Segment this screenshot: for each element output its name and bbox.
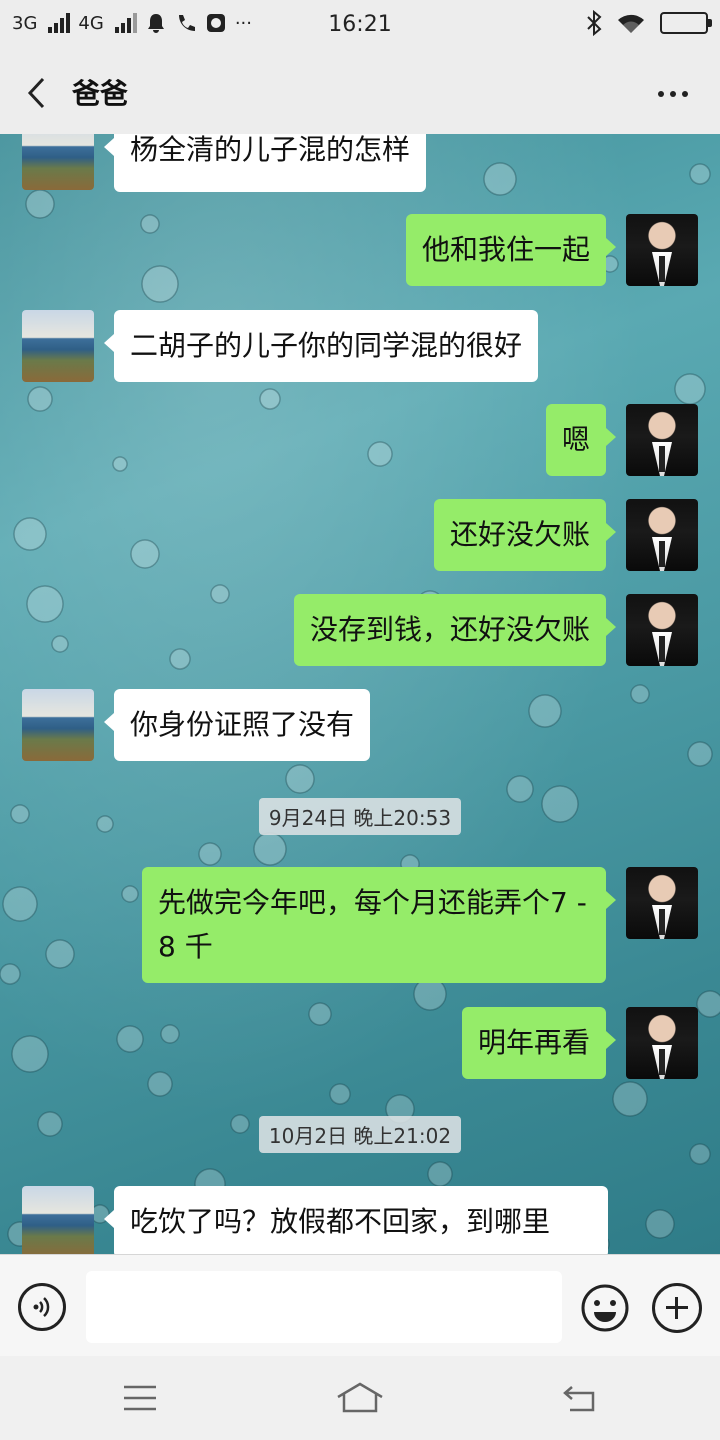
sent-message-bubble[interactable]: 明年再看 bbox=[461, 1007, 617, 1079]
back-button[interactable] bbox=[14, 70, 60, 116]
sent-message-bubble[interactable]: 他和我住一起 bbox=[405, 214, 617, 286]
received-message-bubble[interactable]: 你身份证照了没有 bbox=[103, 689, 371, 761]
more-dot-icon bbox=[670, 91, 676, 97]
my-avatar[interactable] bbox=[626, 499, 698, 571]
timestamp-label: 10月2日 晚上21:02 bbox=[258, 1116, 462, 1153]
back-arrow-icon bbox=[27, 77, 45, 109]
status-bar: 3G 4G ··· 16:21 bbox=[0, 0, 720, 52]
timestamp-divider: 9月24日 晚上20:53 bbox=[0, 798, 720, 835]
home-nav-button[interactable] bbox=[330, 1376, 390, 1420]
menu-nav-button[interactable] bbox=[110, 1376, 170, 1420]
chat-message-list[interactable]: 杨全清的儿子混的怎样 他和我住一起 二胡子的儿子你的同学混的很好 嗯 还好没欠账… bbox=[0, 134, 720, 1254]
my-avatar[interactable] bbox=[626, 594, 698, 666]
chat-input-bar bbox=[0, 1254, 720, 1356]
page-title: 爸爸 bbox=[72, 77, 129, 110]
status-right bbox=[586, 10, 712, 36]
chat-header: 爸爸 bbox=[0, 52, 720, 134]
my-avatar[interactable] bbox=[626, 404, 698, 476]
sent-message-bubble[interactable]: 还好没欠账 bbox=[433, 499, 617, 571]
received-message-bubble[interactable]: 二胡子的儿子你的同学混的很好 bbox=[103, 310, 539, 382]
my-avatar[interactable] bbox=[626, 867, 698, 939]
timestamp-divider: 10月2日 晚上21:02 bbox=[0, 1116, 720, 1153]
more-dot-icon bbox=[682, 91, 688, 97]
sent-message-bubble[interactable]: 先做完今年吧，每个月还能弄个7 - 8 千 bbox=[142, 867, 616, 983]
voice-icon bbox=[33, 1297, 50, 1317]
timestamp-label: 9月24日 晚上20:53 bbox=[258, 798, 462, 835]
more-options-button[interactable] bbox=[648, 74, 698, 114]
wifi-icon bbox=[618, 14, 644, 33]
contact-avatar[interactable] bbox=[22, 1186, 94, 1254]
back-nav-icon bbox=[563, 1386, 595, 1412]
my-avatar[interactable] bbox=[626, 1007, 698, 1079]
message-input[interactable] bbox=[86, 1271, 562, 1343]
sent-message-bubble[interactable]: 嗯 bbox=[545, 404, 617, 476]
contact-avatar[interactable] bbox=[22, 310, 94, 382]
menu-icon bbox=[124, 1385, 156, 1411]
home-icon bbox=[337, 1382, 383, 1413]
system-navigation-bar bbox=[0, 1356, 720, 1440]
contact-avatar[interactable] bbox=[22, 134, 94, 190]
my-avatar[interactable] bbox=[626, 214, 698, 286]
more-functions-button[interactable] bbox=[652, 1283, 702, 1333]
more-dot-icon bbox=[658, 91, 664, 97]
voice-input-button[interactable] bbox=[18, 1283, 66, 1331]
battery-icon bbox=[660, 12, 712, 34]
back-nav-button[interactable] bbox=[550, 1376, 610, 1420]
emoji-icon bbox=[581, 1284, 629, 1332]
received-message-bubble[interactable]: 吃饮了吗？放假都不回家，到哪里 bbox=[104, 1186, 608, 1254]
received-message-bubble[interactable]: 杨全清的儿子混的怎样 bbox=[103, 134, 427, 192]
sent-message-bubble[interactable]: 没存到钱，还好没欠账 bbox=[293, 594, 617, 666]
contact-avatar[interactable] bbox=[22, 689, 94, 761]
emoji-button[interactable] bbox=[580, 1283, 630, 1333]
bluetooth-icon bbox=[587, 10, 602, 36]
